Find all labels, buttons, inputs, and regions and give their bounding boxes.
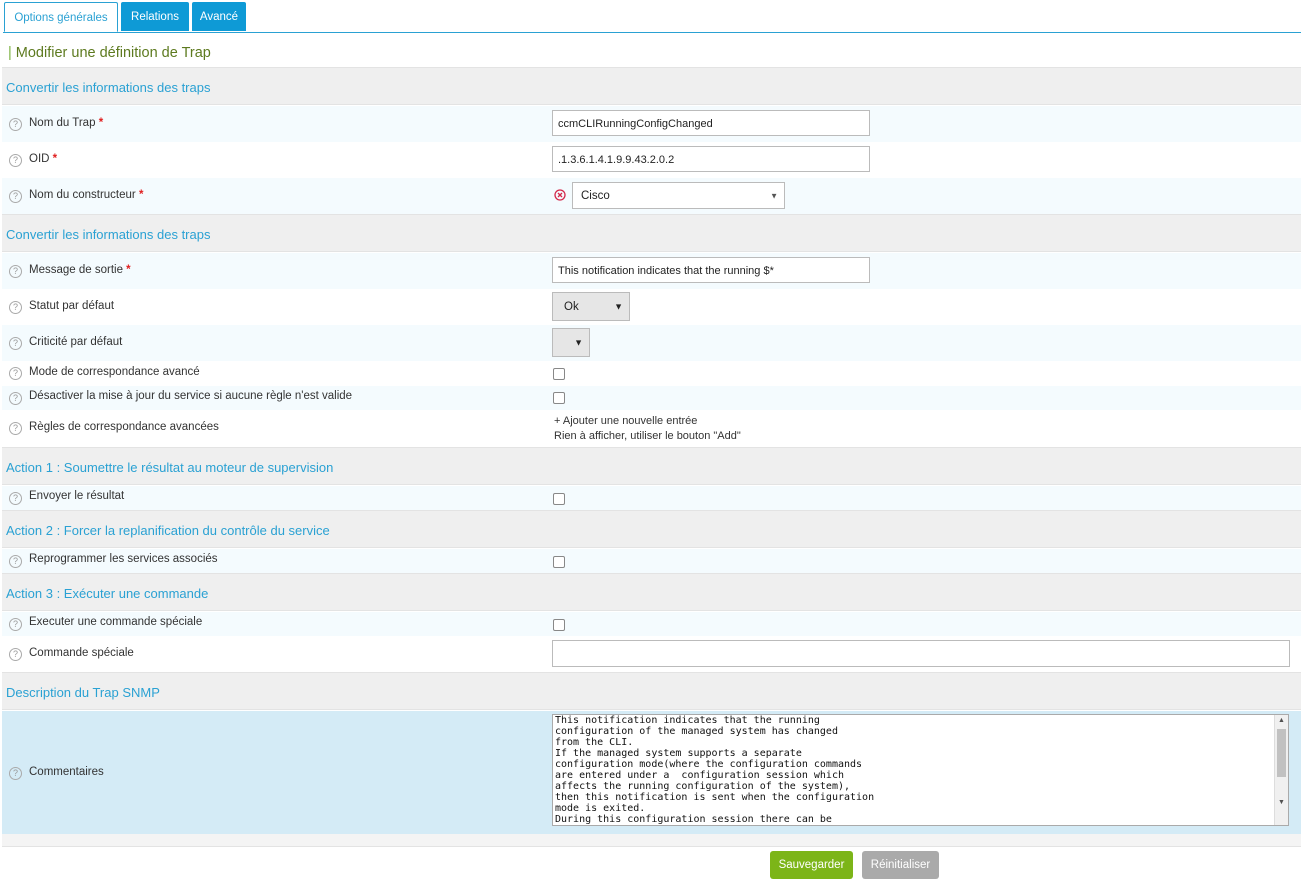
reschedule-label: Reprogrammer les services associés (29, 553, 218, 565)
help-icon[interactable]: ? (9, 767, 22, 780)
default-severity-select[interactable]: ▼ (552, 328, 590, 357)
form-footer-bar (2, 834, 1301, 847)
comments-scrollbar[interactable]: ▲ ▼ (1274, 715, 1288, 825)
trap-name-label: Nom du Trap * (29, 117, 104, 129)
reset-button[interactable]: Réinitialiser (862, 851, 939, 879)
output-message-input[interactable]: This notification indicates that the run… (552, 257, 870, 283)
section-convert-traps-1: Convertir les informations des traps (2, 67, 1301, 105)
row-reschedule: ? Reprogrammer les services associés (2, 549, 1301, 573)
chevron-down-icon: ▼ (574, 337, 583, 347)
disable-update-checkbox[interactable] (553, 392, 565, 404)
section-title: Action 2 : Forcer la replanification du … (6, 523, 330, 538)
tab-advanced[interactable]: Avancé (192, 2, 246, 31)
row-advanced-matching: ? Mode de correspondance avancé (2, 361, 1301, 386)
help-icon[interactable]: ? (9, 190, 22, 203)
help-icon[interactable]: ? (9, 392, 22, 405)
chevron-down-icon: ▼ (614, 301, 623, 311)
scroll-thumb[interactable] (1277, 729, 1286, 777)
section-title: Action 3 : Exécuter une commande (6, 586, 209, 601)
help-icon[interactable]: ? (9, 555, 22, 568)
tab-bar: Options générales Relations Avancé (3, 2, 1301, 33)
chevron-down-icon: ▼ (770, 191, 778, 200)
row-send-result: ? Envoyer le résultat (2, 486, 1301, 510)
tab-relations[interactable]: Relations (121, 2, 189, 31)
error-circle-icon (554, 189, 566, 201)
send-result-label: Envoyer le résultat (29, 490, 125, 502)
help-icon[interactable]: ? (9, 154, 22, 167)
row-default-severity: ? Criticité par défaut (2, 325, 1301, 361)
save-button[interactable]: Sauvegarder (770, 851, 853, 879)
section-title: Convertir les informations des traps (6, 227, 211, 242)
section-title: Convertir les informations des traps (6, 80, 211, 95)
default-severity-label: Criticité par défaut (29, 336, 123, 348)
exec-special-label: Executer une commande spéciale (29, 616, 203, 628)
advanced-rules-label: Règles de correspondance avancées (29, 421, 219, 433)
reschedule-checkbox[interactable] (553, 556, 565, 568)
row-disable-update: ? Désactiver la mise à jour du service s… (2, 386, 1301, 410)
send-result-checkbox[interactable] (553, 493, 565, 505)
row-exec-special: ? Executer une commande spéciale (2, 612, 1301, 636)
vendor-label: Nom du constructeur * (29, 189, 144, 201)
help-icon[interactable]: ? (9, 492, 22, 505)
help-icon[interactable]: ? (9, 367, 22, 380)
page-title: | Modifier une définition de Trap (8, 45, 211, 61)
oid-input[interactable]: .1.3.6.1.4.1.9.9.43.2.0.2 (552, 146, 870, 172)
help-icon[interactable]: ? (9, 301, 22, 314)
help-icon[interactable]: ? (9, 118, 22, 131)
section-action-1: Action 1 : Soumettre le résultat au mote… (2, 447, 1301, 485)
trap-name-input[interactable]: ccmCLIRunningConfigChanged (552, 110, 870, 136)
section-convert-traps-2: Convertir les informations des traps (2, 214, 1301, 252)
special-command-label: Commande spéciale (29, 647, 134, 659)
section-title: Description du Trap SNMP (6, 685, 160, 700)
oid-label: OID * (29, 153, 58, 165)
add-entry-link[interactable]: + Ajouter une nouvelle entrée (554, 415, 697, 427)
tab-general-options[interactable]: Options générales (4, 2, 118, 32)
section-action-3: Action 3 : Exécuter une commande (2, 573, 1301, 611)
exec-special-checkbox[interactable] (553, 619, 565, 631)
scroll-down-icon[interactable]: ▼ (1275, 799, 1288, 806)
empty-rules-text: Rien à afficher, utiliser le bouton "Add… (554, 430, 741, 442)
comments-label: Commentaires (29, 766, 104, 778)
help-icon[interactable]: ? (9, 337, 22, 350)
default-status-select[interactable]: Ok ▼ (552, 292, 630, 321)
vendor-select[interactable]: Cisco ▼ (572, 182, 785, 209)
help-icon[interactable]: ? (9, 618, 22, 631)
special-command-input[interactable] (552, 640, 1290, 667)
default-status-value: Ok (564, 301, 579, 313)
section-snmp-description: Description du Trap SNMP (2, 672, 1301, 710)
section-title: Action 1 : Soumettre le résultat au mote… (6, 460, 334, 475)
comments-textarea[interactable]: This notification indicates that the run… (552, 714, 1289, 826)
row-default-status: ? Statut par défaut (2, 289, 1301, 325)
help-icon[interactable]: ? (9, 265, 22, 278)
help-icon[interactable]: ? (9, 422, 22, 435)
help-icon[interactable]: ? (9, 648, 22, 661)
advanced-matching-label: Mode de correspondance avancé (29, 366, 200, 378)
scroll-up-icon[interactable]: ▲ (1275, 717, 1288, 724)
vendor-select-value: Cisco (581, 190, 610, 202)
comments-text: This notification indicates that the run… (555, 715, 875, 825)
advanced-matching-checkbox[interactable] (553, 368, 565, 380)
default-status-label: Statut par défaut (29, 300, 115, 312)
row-advanced-rules: ? Règles de correspondance avancées + Aj… (2, 410, 1301, 447)
output-message-label: Message de sortie * (29, 264, 131, 276)
section-action-2: Action 2 : Forcer la replanification du … (2, 510, 1301, 548)
disable-update-label: Désactiver la mise à jour du service si … (29, 390, 353, 402)
